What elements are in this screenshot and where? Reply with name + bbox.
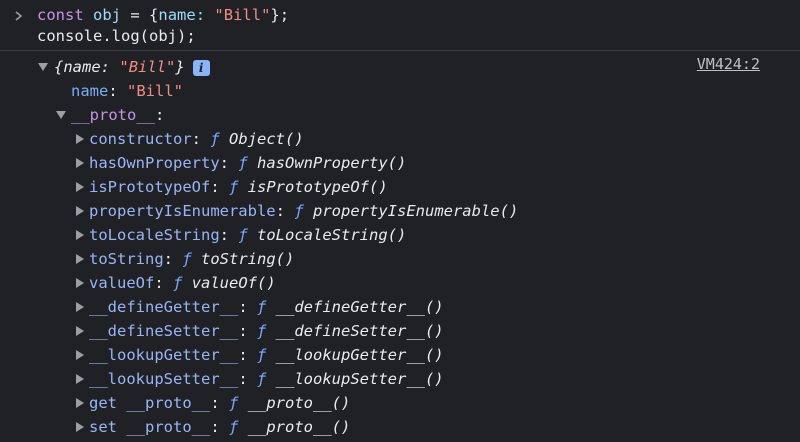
identifier-obj: obj (93, 6, 122, 24)
property-value: "Bill" (127, 82, 184, 100)
function-icon: ƒ (256, 298, 267, 316)
code-line-1: const obj = {name: "Bill"}; (37, 4, 289, 26)
info-icon[interactable]: i (192, 59, 210, 76)
proto-item-key: isPrototypeOf (89, 178, 211, 196)
proto-item-colon: : (238, 346, 257, 364)
function-name: __proto__() (247, 394, 351, 412)
operator-equals: = (130, 6, 140, 24)
function-name: valueOf() (191, 274, 276, 292)
collapsed-triangle-icon[interactable] (76, 391, 84, 415)
proto-item-key: __defineSetter__ (89, 322, 239, 340)
proto-item-key: __lookupGetter__ (89, 346, 239, 364)
string-literal: "Bill" (214, 6, 271, 24)
proto-item-colon: : (219, 226, 239, 244)
expand-triangle-icon[interactable] (38, 55, 48, 79)
function-icon: ƒ (256, 346, 267, 364)
proto-item-colon: : (210, 394, 229, 412)
proto-item-key: get __proto__ (89, 394, 211, 412)
preview-key: name: (63, 58, 111, 76)
proto-colon: : (155, 106, 165, 124)
proto-item-colon: : (238, 322, 257, 340)
property-row-name: name: "Bill" (0, 79, 183, 103)
method-log: log (111, 27, 140, 45)
proto-item-colon: : (275, 202, 295, 220)
proto-item-colon: : (210, 178, 229, 196)
proto-item-colon: : (238, 298, 257, 316)
function-name: toLocaleString() (257, 226, 407, 244)
proto-item-colon: : (191, 130, 211, 148)
call-args: (obj); (139, 27, 196, 45)
console-output: {name: "Bill"} i name: "Bill" __proto__: … (0, 51, 800, 442)
preview-close: } (175, 58, 185, 76)
collapsed-triangle-icon[interactable] (76, 415, 84, 439)
function-name: hasOwnProperty() (257, 154, 407, 172)
collapsed-triangle-icon[interactable] (76, 223, 84, 247)
code-line-2: console.log(obj); (37, 25, 196, 47)
proto-item-key: valueOf (89, 274, 155, 292)
proto-item-key: __defineGetter__ (89, 298, 239, 316)
function-icon: ƒ (238, 226, 248, 244)
function-name: __lookupSetter__() (275, 370, 444, 388)
identifier-console: console (37, 27, 103, 45)
function-name: __lookupGetter__() (275, 346, 444, 364)
proto-key: __proto__ (71, 106, 155, 124)
collapsed-triangle-icon[interactable] (76, 175, 84, 199)
function-icon: ƒ (256, 370, 267, 388)
collapsed-triangle-icon[interactable] (76, 319, 84, 343)
collapsed-triangle-icon[interactable] (76, 199, 84, 223)
proto-item-key: propertyIsEnumerable (89, 202, 276, 220)
proto-item-colon: : (163, 250, 183, 268)
collapsed-triangle-icon[interactable] (76, 295, 84, 319)
function-name: isPrototypeOf() (247, 178, 388, 196)
function-icon: ƒ (229, 178, 239, 196)
function-name: __defineGetter__() (275, 298, 444, 316)
collapsed-triangle-icon[interactable] (76, 367, 84, 391)
proto-item-colon: : (219, 154, 239, 172)
proto-item-key: set __proto__ (89, 418, 211, 436)
preview-open: { (54, 58, 64, 76)
function-name: toString() (201, 250, 295, 268)
function-icon: ƒ (173, 274, 183, 292)
proto-item-key: constructor (89, 130, 192, 148)
function-icon: ƒ (210, 130, 220, 148)
function-name: __proto__() (247, 418, 351, 436)
function-icon: ƒ (229, 394, 239, 412)
preview-value: "Bill" (119, 58, 176, 76)
collapsed-triangle-icon[interactable] (76, 271, 84, 295)
keyword-const: const (37, 6, 84, 24)
collapsed-triangle-icon[interactable] (76, 343, 84, 367)
property-key: name (71, 82, 109, 100)
collapsed-triangle-icon[interactable] (76, 127, 84, 151)
proto-item-colon: : (154, 274, 173, 292)
proto-item-colon: : (238, 370, 257, 388)
proto-item-key: toLocaleString (89, 226, 220, 244)
function-icon: ƒ (182, 250, 192, 268)
function-icon: ƒ (229, 418, 239, 436)
chevron-right-icon (15, 11, 23, 21)
function-name: __defineSetter__() (275, 322, 444, 340)
object-preview-row[interactable]: {name: "Bill"} i (0, 55, 660, 79)
proto-item-key: hasOwnProperty (89, 154, 220, 172)
proto-item-key: __lookupSetter__ (89, 370, 239, 388)
proto-item-colon: : (210, 418, 229, 436)
property-colon: : (108, 82, 118, 100)
devtools-console: const obj = {name: "Bill"}; console.log(… (0, 0, 800, 442)
function-icon: ƒ (294, 202, 304, 220)
function-icon: ƒ (238, 154, 248, 172)
object-key: name: (158, 6, 206, 24)
function-name: Object() (229, 130, 304, 148)
function-name: propertyIsEnumerable() (313, 202, 519, 220)
brace-open: { (149, 6, 159, 24)
collapsed-triangle-icon[interactable] (76, 151, 84, 175)
function-icon: ƒ (256, 322, 267, 340)
proto-row[interactable]: __proto__: (0, 103, 164, 127)
collapsed-triangle-icon[interactable] (76, 247, 84, 271)
console-input-block[interactable]: const obj = {name: "Bill"}; console.log(… (0, 0, 800, 51)
dot: . (102, 27, 112, 45)
expand-triangle-icon[interactable] (56, 103, 66, 127)
proto-item-key: toString (89, 250, 164, 268)
brace-close: }; (270, 6, 290, 24)
